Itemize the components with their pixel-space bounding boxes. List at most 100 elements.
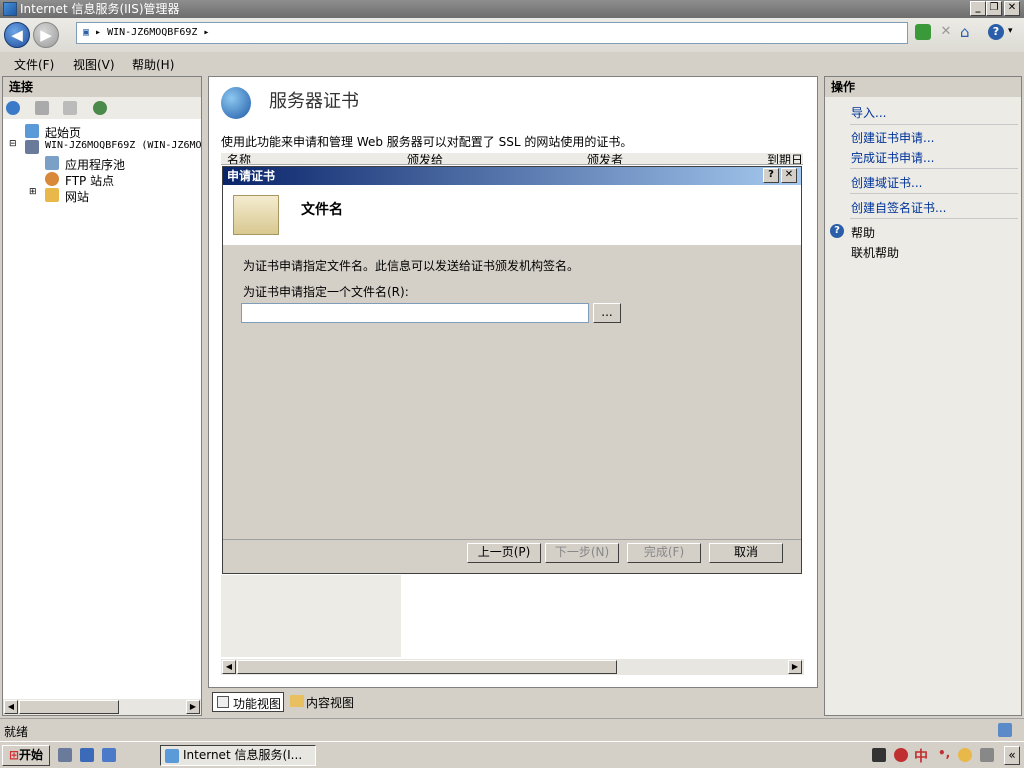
show-desktop-icon[interactable] (80, 748, 94, 762)
action-create-selfsigned[interactable]: 创建自签名证书... (851, 199, 946, 216)
status-text: 就绪 (4, 725, 29, 739)
finish-button[interactable]: 完成(F) (627, 543, 701, 563)
col-name[interactable]: 名称 (227, 153, 251, 164)
scroll-thumb[interactable] (19, 700, 119, 714)
stop-icon[interactable]: ✕ (938, 24, 954, 40)
main-scroll-thumb[interactable] (237, 660, 617, 674)
col-expiry[interactable]: 到期日 (767, 153, 803, 164)
save-icon[interactable] (35, 101, 49, 115)
menu-view[interactable]: 视图(V) (73, 56, 115, 73)
app-pool-icon (45, 156, 59, 170)
back-button[interactable]: ◀ (4, 22, 30, 48)
taskbar-iis-button[interactable]: Internet 信息服务(I... (160, 745, 316, 766)
tree-item-server[interactable]: WIN-JZ6MOQBF69Z (WIN-JZ6MO (45, 140, 202, 151)
main-scroll-right[interactable]: ▶ (788, 660, 802, 674)
maximize-button[interactable]: ❐ (986, 1, 1002, 16)
cancel-button[interactable]: 取消 (709, 543, 783, 563)
connections-hscrollbar[interactable]: ◀ ▶ (3, 699, 201, 715)
status-server-icon (998, 723, 1012, 737)
cert-table-header: 名称 颁发给 颁发者 到期日 (221, 153, 803, 165)
start-label: 开始 (19, 748, 44, 762)
home-icon[interactable]: ⌂ (960, 23, 978, 41)
dialog-title: 申请证书 (227, 169, 276, 183)
dialog-help-button[interactable]: ? (763, 168, 779, 183)
tree-item-start[interactable]: 起始页 (45, 124, 81, 141)
action-separator (850, 218, 1018, 219)
connections-toolbar (3, 97, 201, 119)
dialog-heading: 文件名 (301, 202, 343, 218)
tray-app-icon[interactable] (958, 748, 972, 762)
start-page-icon (25, 124, 39, 138)
action-create-request[interactable]: 创建证书申请... (851, 129, 934, 146)
address-toolbar: ◀ ▶ ▣ ▸ WIN-JZ6MOQBF69Z ▸ ✕ ⌂ ? ▾ (0, 18, 1024, 52)
server-manager-icon[interactable] (58, 748, 72, 762)
action-complete-request[interactable]: 完成证书申请... (851, 149, 934, 166)
address-path[interactable]: WIN-JZ6MOQBF69Z (107, 27, 197, 38)
tree-item-apppools[interactable]: 应用程序池 (65, 156, 125, 173)
certificate-server-icon (221, 87, 251, 119)
dialog-header: 文件名 (223, 185, 801, 245)
taskbar: ⊞开始 Internet 信息服务(I... 中 •, « (0, 741, 1024, 768)
keyboard-icon[interactable] (872, 748, 886, 762)
sites-icon (45, 188, 59, 202)
disconnect-icon[interactable] (93, 101, 107, 115)
tab-content-view[interactable]: 内容视图 (288, 692, 368, 712)
title-bar: Internet 信息服务(IIS)管理器 _ ❐ ✕ (0, 0, 1024, 18)
filename-label: 为证书申请指定一个文件名(R): (243, 285, 409, 299)
help-icon[interactable]: ? (988, 24, 1004, 40)
col-issuer[interactable]: 颁发者 (587, 153, 623, 164)
tray-settings-icon[interactable] (980, 748, 994, 762)
expand-tray-button[interactable]: « (1004, 746, 1020, 765)
dialog-divider (223, 539, 801, 540)
minimize-button[interactable]: _ (970, 1, 986, 16)
actions-title: 操作 (825, 77, 1021, 97)
table-empty-area (221, 575, 401, 657)
help-icon: ? (830, 224, 844, 238)
tree-item-ftp[interactable]: FTP 站点 (65, 172, 114, 189)
ime-logo-icon[interactable] (894, 748, 908, 762)
action-separator (850, 193, 1018, 194)
feature-view-icon (217, 696, 229, 708)
up-icon[interactable] (63, 101, 77, 115)
expand-icon[interactable]: ⊞ (29, 187, 37, 197)
action-separator (850, 168, 1018, 169)
taskbar-iis-label: Internet 信息服务(I... (183, 748, 303, 762)
ime-mode[interactable]: 中 (914, 746, 928, 766)
tab-feature-view[interactable]: 功能视图 (212, 692, 284, 712)
action-import[interactable]: 导入... (851, 104, 886, 121)
address-bar[interactable]: ▣ ▸ WIN-JZ6MOQBF69Z ▸ (76, 22, 908, 44)
next-button[interactable]: 下一步(N) (545, 543, 619, 563)
dialog-close-button[interactable]: ✕ (781, 168, 797, 183)
dialog-info: 为证书申请指定文件名。此信息可以发送给证书颁发机构签名。 (243, 259, 580, 273)
prev-button[interactable]: 上一页(P) (467, 543, 541, 563)
tree-item-sites[interactable]: 网站 (65, 188, 89, 205)
explorer-icon[interactable] (102, 748, 116, 762)
punctuation-icon[interactable]: •, (938, 746, 950, 760)
server-icon: ▣ (83, 27, 90, 38)
filename-input[interactable] (241, 303, 589, 323)
ftp-icon (45, 172, 59, 186)
refresh-icon[interactable] (915, 24, 931, 40)
forward-button[interactable]: ▶ (33, 22, 59, 48)
windows-logo-icon: ⊞ (8, 748, 20, 762)
page-description: 使用此功能来申请和管理 Web 服务器可以对配置了 SSL 的网站使用的证书。 (221, 135, 633, 149)
collapse-icon[interactable]: ⊟ (9, 139, 17, 149)
window-title: Internet 信息服务(IIS)管理器 (20, 2, 180, 16)
browse-button[interactable]: ... (593, 303, 621, 323)
close-button[interactable]: ✕ (1004, 1, 1020, 16)
scroll-left-button[interactable]: ◀ (4, 700, 18, 714)
start-button[interactable]: ⊞开始 (2, 745, 50, 766)
main-scroll-left[interactable]: ◀ (222, 660, 236, 674)
certificate-icon (233, 195, 279, 235)
connect-icon[interactable] (6, 101, 20, 115)
action-help[interactable]: 帮助 (851, 224, 875, 241)
action-online-help[interactable]: 联机帮助 (851, 244, 899, 261)
menu-help[interactable]: 帮助(H) (132, 56, 174, 73)
server-node-icon (25, 140, 39, 154)
scroll-right-button[interactable]: ▶ (186, 700, 200, 714)
menu-file[interactable]: 文件(F) (14, 56, 54, 73)
main-hscrollbar[interactable]: ◀ ▶ (221, 659, 804, 675)
action-create-domain[interactable]: 创建域证书... (851, 174, 922, 191)
col-issued-to[interactable]: 颁发给 (407, 153, 443, 164)
chevron-down-icon[interactable]: ▾ (1008, 26, 1013, 36)
